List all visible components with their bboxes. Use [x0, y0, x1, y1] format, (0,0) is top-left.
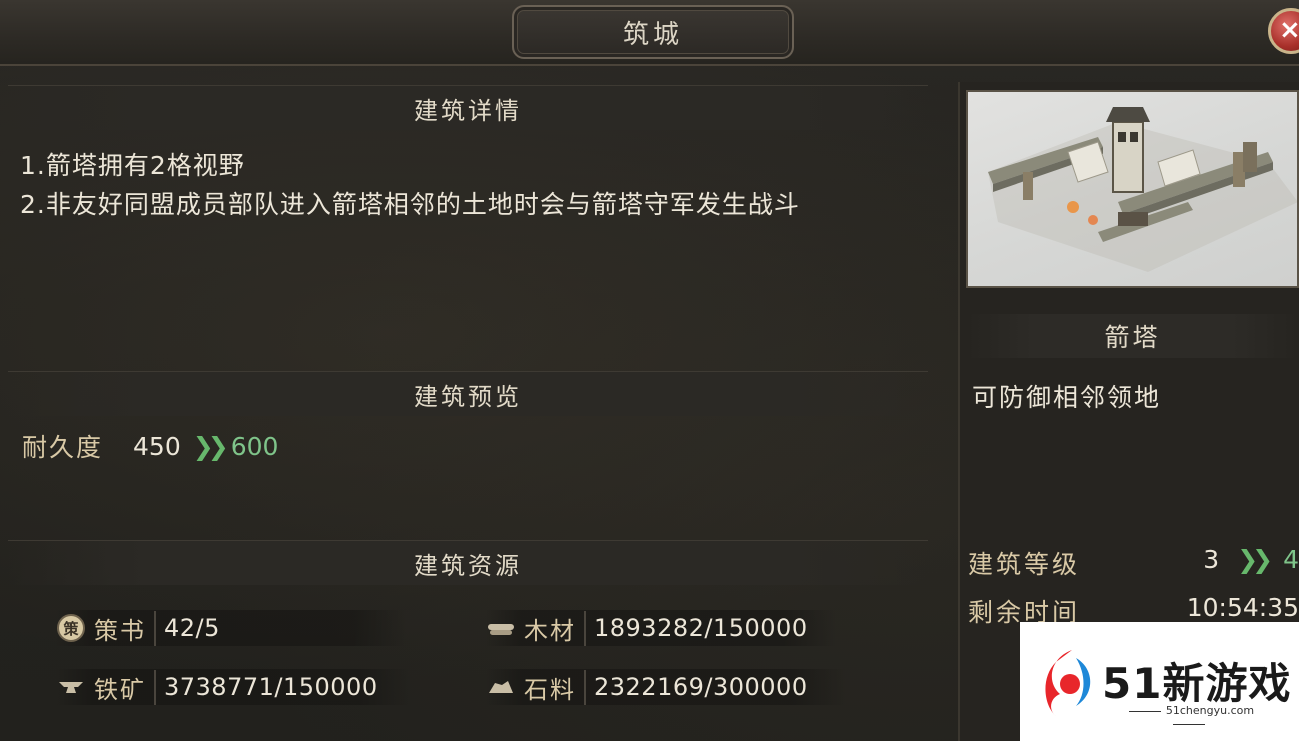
- details-header: 建筑详情: [8, 85, 928, 130]
- remaining-time-value: 10:54:35: [1186, 593, 1299, 622]
- resource-value: 3738771/150000: [164, 673, 378, 701]
- building-level-values: 3 ❯❯ 4: [1203, 545, 1299, 574]
- arrow-tower-illustration: [988, 107, 1297, 272]
- iron-anvil-icon: [56, 672, 86, 702]
- building-name: 箭塔: [966, 314, 1299, 358]
- building-description: 可防御相邻领地: [972, 383, 1162, 412]
- details-line-2: 2.非友好同盟成员部队进入箭塔相邻的土地时会与箭塔守军发生战斗: [20, 190, 800, 219]
- watermark: 51新游戏 51chengyu.com: [1020, 622, 1299, 741]
- watermark-url-text: 51chengyu.com: [1165, 704, 1255, 717]
- resource-strategy-book: 策 策书 42/5: [56, 610, 406, 646]
- durability-next: 600: [230, 431, 279, 461]
- title-bar: 筑城 ×: [0, 0, 1299, 66]
- watermark-brand: 51新游戏: [1102, 659, 1292, 708]
- resource-label: 石料: [524, 669, 586, 705]
- resource-label: 木材: [524, 610, 586, 646]
- wood-log-icon: [486, 613, 516, 643]
- watermark-url: 51chengyu.com: [1104, 704, 1274, 730]
- resource-label: 策书: [94, 610, 156, 646]
- stone-icon: [486, 672, 516, 702]
- resource-value: 2322169/300000: [594, 673, 808, 701]
- upgrade-arrow-icon: ❯❯: [192, 431, 229, 461]
- details-text: 1.箭塔拥有2格视野 2.非友好同盟成员部队进入箭塔相邻的土地时会与箭塔守军发生…: [20, 146, 925, 224]
- building-level-label: 建筑等级: [968, 550, 1081, 579]
- resource-value: 1893282/150000: [594, 614, 808, 642]
- brand-logo-icon: [1045, 650, 1091, 716]
- resource-stone: 石料 2322169/300000: [486, 669, 846, 705]
- building-preview-image: [966, 90, 1299, 288]
- durability-row: 耐久度 450 ❯❯ 600: [22, 428, 278, 464]
- window-title: 筑城: [512, 5, 794, 59]
- strategy-book-badge: 策: [57, 614, 85, 642]
- building-level-row: 建筑等级 3 ❯❯ 4: [968, 545, 1299, 581]
- close-button[interactable]: ×: [1268, 8, 1299, 54]
- durability-current: 450: [133, 431, 181, 461]
- bamboo-scroll-icon: 策: [56, 613, 86, 643]
- resource-value: 42/5: [164, 614, 220, 642]
- resource-wood: 木材 1893282/150000: [486, 610, 836, 646]
- resource-iron: 铁矿 3738771/150000: [56, 669, 411, 705]
- resources-header: 建筑资源: [8, 540, 928, 585]
- preview-header: 建筑预览: [8, 371, 928, 416]
- durability-label: 耐久度: [22, 433, 104, 462]
- resource-label: 铁矿: [94, 669, 156, 705]
- close-icon[interactable]: ×: [1279, 15, 1299, 45]
- building-level-current: 3: [1203, 545, 1220, 574]
- details-line-1: 1.箭塔拥有2格视野: [20, 151, 245, 180]
- level-arrow-icon: ❯❯: [1237, 545, 1273, 574]
- building-level-next: 4: [1283, 545, 1299, 574]
